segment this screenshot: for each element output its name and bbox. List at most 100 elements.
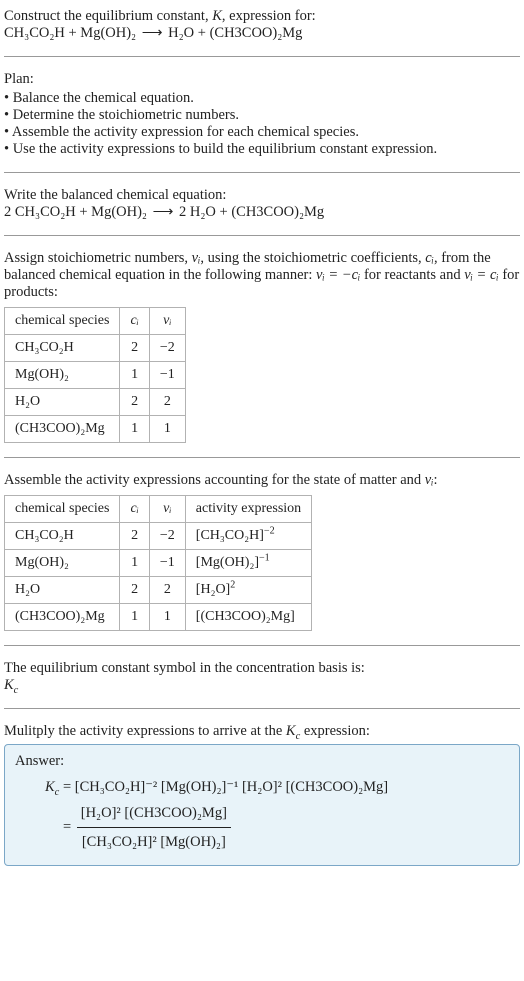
plan-item: • Balance the chemical equation.: [4, 90, 520, 107]
rule-2: νᵢ = cᵢ: [464, 267, 499, 283]
arrow-icon: ⟶: [151, 204, 176, 220]
divider: [4, 235, 520, 236]
cell-ci: 1: [120, 604, 149, 631]
divider: [4, 708, 520, 709]
table-row: Mg(OH)₂ 1 −1: [5, 362, 186, 389]
assemble-title-b: :: [434, 472, 438, 488]
table-row: (CH3COO)₂Mg 1 1: [5, 416, 186, 443]
th-activity: activity expression: [185, 496, 311, 523]
stoich-table: chemical species cᵢ νᵢ CH₃CO₂H 2 −2 Mg(O…: [4, 307, 186, 443]
table-row: H₂O 2 2 [H₂O]2: [5, 577, 312, 604]
act-exp: −1: [259, 552, 270, 563]
cell-activity: [CH₃CO₂H]−2: [185, 523, 311, 550]
cell-ci: 2: [120, 389, 149, 416]
plan-item: • Determine the stoichiometric numbers.: [4, 107, 520, 124]
act-base: [H₂O]: [196, 582, 230, 597]
multiply-block: Mulitply the activity expressions to arr…: [4, 723, 520, 866]
cell-nui: −2: [149, 335, 185, 362]
basis-line: The equilibrium constant symbol in the c…: [4, 660, 520, 677]
assemble-block: Assemble the activity expressions accoun…: [4, 472, 520, 631]
arrow-icon: ⟶: [140, 25, 165, 41]
plan-block: Plan: • Balance the chemical equation. •…: [4, 71, 520, 158]
stoich-text: Assign stoichiometric numbers,: [4, 250, 192, 266]
divider: [4, 457, 520, 458]
table-row: H₂O 2 2: [5, 389, 186, 416]
table-row: Mg(OH)₂ 1 −1 [Mg(OH)₂]−1: [5, 550, 312, 577]
divider: [4, 172, 520, 173]
table-row: CH₃CO₂H 2 −2: [5, 335, 186, 362]
kc-letter: K: [45, 779, 55, 795]
cell-species: Mg(OH)₂: [5, 550, 120, 577]
divider: [4, 56, 520, 57]
table-header-row: chemical species cᵢ νᵢ activity expressi…: [5, 496, 312, 523]
th-ci: cᵢ: [120, 308, 149, 335]
intro-eq-lhs: CH₃CO₂H + Mg(OH)₂: [4, 25, 136, 41]
multiply-text-b: expression:: [300, 723, 370, 739]
cell-nui: −2: [149, 523, 185, 550]
table-header-row: chemical species cᵢ νᵢ: [5, 308, 186, 335]
basis-block: The equilibrium constant symbol in the c…: [4, 660, 520, 694]
cell-nui: 1: [149, 604, 185, 631]
cell-nui: −1: [149, 362, 185, 389]
cell-activity: [Mg(OH)₂]−1: [185, 550, 311, 577]
kc-numerator: [H₂O]² [(CH3COO)₂Mg]: [77, 800, 231, 828]
cell-ci: 1: [120, 362, 149, 389]
intro-eq-rhs: H₂O + (CH3COO)₂Mg: [168, 25, 302, 41]
plan-title: Plan:: [4, 71, 520, 88]
cell-ci: 1: [120, 550, 149, 577]
answer-box: Answer: Kc = [CH₃CO₂H]⁻² [Mg(OH)₂]⁻¹ [H₂…: [4, 744, 520, 866]
balanced-equation: 2 CH₃CO₂H + Mg(OH)₂ ⟶ 2 H₂O + (CH3COO)₂M…: [4, 204, 324, 220]
cell-species: (CH3COO)₂Mg: [5, 604, 120, 631]
divider: [4, 645, 520, 646]
intro-text-1: Construct the equilibrium constant,: [4, 8, 212, 24]
cell-ci: 2: [120, 577, 149, 604]
stoich-text: , using the stoichiometric coefficients,: [200, 250, 425, 266]
table-row: CH₃CO₂H 2 −2 [CH₃CO₂H]−2: [5, 523, 312, 550]
stoich-text: for reactants and: [360, 267, 464, 283]
plan-item: • Use the activity expressions to build …: [4, 141, 520, 158]
kc-sub: c: [14, 685, 19, 696]
cell-nui: 2: [149, 389, 185, 416]
kc-eq1: = [CH₃CO₂H]⁻² [Mg(OH)₂]⁻¹ [H₂O]² [(CH3CO…: [59, 779, 388, 795]
kc-eq2-prefix: =: [59, 819, 74, 835]
act-exp: −2: [264, 525, 275, 536]
plan-list: • Balance the chemical equation. • Deter…: [4, 90, 520, 158]
cell-nui: −1: [149, 550, 185, 577]
cell-species: (CH3COO)₂Mg: [5, 416, 120, 443]
cell-species: CH₃CO₂H: [5, 335, 120, 362]
rule-1: νᵢ = −cᵢ: [316, 267, 360, 283]
kc-letter: K: [4, 677, 14, 693]
cell-species: H₂O: [5, 389, 120, 416]
kc-fraction: [H₂O]² [(CH3COO)₂Mg] [CH₃CO₂H]² [Mg(OH)₂…: [77, 800, 231, 855]
intro-text-1b: , expression for:: [222, 8, 316, 24]
nu-i: νᵢ: [425, 472, 434, 488]
kc-denominator: [CH₃CO₂H]² [Mg(OH)₂]: [77, 828, 231, 855]
th-nui: νᵢ: [149, 308, 185, 335]
cell-species: H₂O: [5, 577, 120, 604]
table-row: (CH3COO)₂Mg 1 1 [(CH3COO)₂Mg]: [5, 604, 312, 631]
cell-species: CH₃CO₂H: [5, 523, 120, 550]
th-nui: νᵢ: [149, 496, 185, 523]
cell-ci: 1: [120, 416, 149, 443]
balanced-block: Write the balanced chemical equation: 2 …: [4, 187, 520, 221]
cell-nui: 2: [149, 577, 185, 604]
act-base: [(CH3COO)₂Mg]: [196, 609, 295, 624]
activity-table: chemical species cᵢ νᵢ activity expressi…: [4, 495, 312, 631]
th-ci: cᵢ: [120, 496, 149, 523]
intro-equation: CH₃CO₂H + Mg(OH)₂ ⟶ H₂O + (CH3COO)₂Mg: [4, 25, 302, 41]
cell-species: Mg(OH)₂: [5, 362, 120, 389]
act-base: [Mg(OH)₂]: [196, 555, 259, 570]
multiply-text-a: Mulitply the activity expressions to arr…: [4, 723, 286, 739]
answer-label: Answer:: [15, 753, 509, 770]
intro-K: K: [212, 8, 222, 24]
cell-activity: [(CH3COO)₂Mg]: [185, 604, 311, 631]
kc-symbol: Kc: [4, 677, 520, 694]
th-species: chemical species: [5, 496, 120, 523]
kc-letter: K: [286, 723, 296, 739]
assemble-title-a: Assemble the activity expressions accoun…: [4, 472, 425, 488]
balanced-rhs: 2 H₂O + (CH3COO)₂Mg: [179, 204, 324, 220]
act-exp: 2: [230, 579, 235, 590]
cell-ci: 2: [120, 523, 149, 550]
cell-activity: [H₂O]2: [185, 577, 311, 604]
cell-nui: 1: [149, 416, 185, 443]
